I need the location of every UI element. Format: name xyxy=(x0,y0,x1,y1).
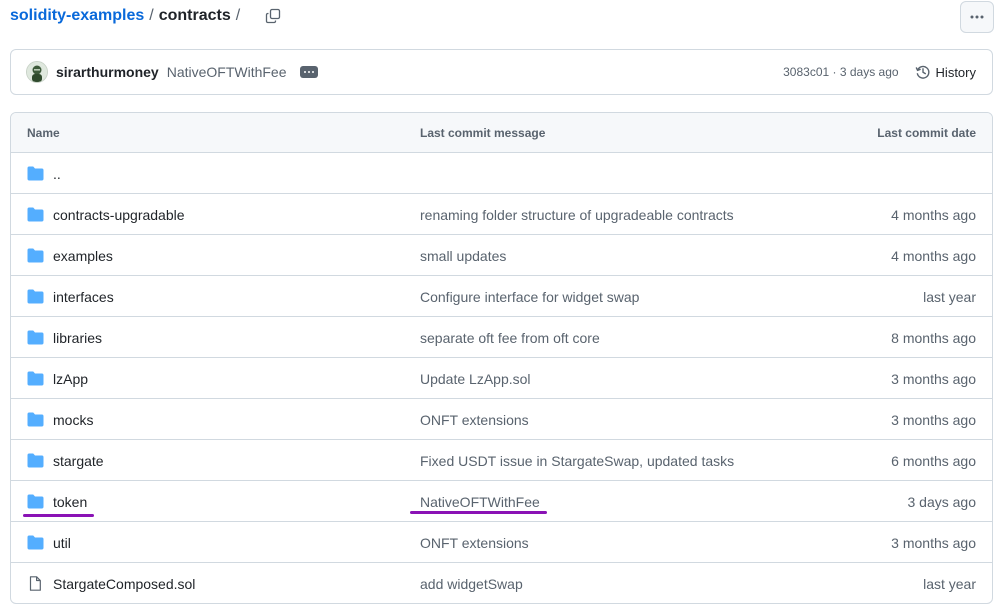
file-table-header: Name Last commit message Last commit dat… xyxy=(11,113,992,153)
breadcrumb: solidity-examples / contracts / xyxy=(10,5,283,27)
row-name-link[interactable]: token xyxy=(53,494,87,510)
latest-commit-bar: sirarthurmoney NativeOFTWithFee 3083c01 … xyxy=(10,49,993,95)
folder-icon xyxy=(27,453,44,468)
row-name-link[interactable]: lzApp xyxy=(53,371,88,387)
row-commit-date: last year xyxy=(923,289,976,305)
commit-sha-and-time[interactable]: 3083c01 · 3 days ago xyxy=(783,65,898,79)
row-name-link[interactable]: contracts-upgradable xyxy=(53,207,185,223)
table-row[interactable]: token NativeOFTWithFee 3 days ago xyxy=(11,481,992,522)
table-row[interactable]: mocks ONFT extensions 3 months ago xyxy=(11,399,992,440)
row-commit-message-link[interactable]: Fixed USDT issue in StargateSwap, update… xyxy=(420,453,734,469)
row-commit-date: 6 months ago xyxy=(891,453,976,469)
folder-icon xyxy=(27,371,44,386)
folder-icon xyxy=(27,412,44,427)
table-row[interactable]: StargateComposed.sol add widgetSwap last y… xyxy=(11,563,992,603)
row-name-link[interactable]: util xyxy=(53,535,71,551)
row-name-link[interactable]: interfaces xyxy=(53,289,114,305)
table-row[interactable]: stargate Fixed USDT issue in StargateSwap… xyxy=(11,440,992,481)
folder-icon xyxy=(27,494,44,509)
table-row[interactable]: lzApp Update LzApp.sol 3 months ago xyxy=(11,358,992,399)
file-table-body: .. contracts-upgradable renaming folder st… xyxy=(11,153,992,603)
table-row[interactable]: .. xyxy=(11,153,992,194)
expand-commit-message-button[interactable] xyxy=(299,66,318,78)
kebab-horizontal-icon xyxy=(970,15,984,19)
row-commit-message-link[interactable]: Update LzApp.sol xyxy=(420,371,531,387)
file-icon xyxy=(27,576,44,591)
row-name-link[interactable]: stargate xyxy=(53,453,104,469)
row-commit-date: last year xyxy=(923,576,976,592)
commit-message[interactable]: NativeOFTWithFee xyxy=(167,64,287,80)
table-row[interactable]: libraries separate oft fee from oft core 8… xyxy=(11,317,992,358)
highlight-underline-commit-message xyxy=(410,511,547,514)
avatar-image xyxy=(27,62,47,82)
header-last-commit-message: Last commit message xyxy=(420,126,546,140)
row-commit-date: 4 months ago xyxy=(891,248,976,264)
row-name-link[interactable]: mocks xyxy=(53,412,93,428)
history-icon xyxy=(915,65,930,79)
row-commit-date: 3 months ago xyxy=(891,371,976,387)
folder-icon xyxy=(27,289,44,304)
folder-icon xyxy=(27,535,44,550)
folder-icon xyxy=(27,166,44,181)
row-name-link[interactable]: libraries xyxy=(53,330,102,346)
folder-icon xyxy=(27,207,44,222)
row-commit-message-link[interactable]: NativeOFTWithFee xyxy=(420,494,540,510)
folder-icon xyxy=(27,330,44,345)
breadcrumb-trailing-separator: / xyxy=(235,7,241,24)
row-commit-date: 3 months ago xyxy=(891,412,976,428)
file-table: Name Last commit message Last commit dat… xyxy=(10,112,993,604)
row-commit-message-link[interactable]: Configure interface for widget swap xyxy=(420,289,639,305)
copy-icon xyxy=(266,8,281,24)
row-commit-date: 8 months ago xyxy=(891,330,976,346)
row-commit-message-link[interactable]: renaming folder structure of upgradeable… xyxy=(420,207,734,223)
header-last-commit-date: Last commit date xyxy=(877,126,976,140)
more-options-button[interactable] xyxy=(960,1,994,33)
header-name: Name xyxy=(27,126,60,140)
table-row[interactable]: interfaces Configure interface for widget… xyxy=(11,276,992,317)
row-name-link[interactable]: .. xyxy=(53,166,61,182)
row-commit-message-link[interactable]: ONFT extensions xyxy=(420,412,529,428)
breadcrumb-repo-link[interactable]: solidity-examples xyxy=(10,7,144,25)
history-label: History xyxy=(935,64,976,80)
table-row[interactable]: util ONFT extensions 3 months ago xyxy=(11,522,992,563)
row-name-link[interactable]: StargateComposed.sol xyxy=(53,576,195,592)
row-commit-message-link[interactable]: add widgetSwap xyxy=(420,576,523,592)
row-commit-message-link[interactable]: small updates xyxy=(420,248,506,264)
copy-path-button[interactable] xyxy=(263,6,283,26)
commit-author[interactable]: sirarthurmoney xyxy=(56,64,159,80)
breadcrumb-current-dir: contracts xyxy=(158,7,231,24)
author-avatar[interactable] xyxy=(26,61,48,83)
row-commit-date: 4 months ago xyxy=(891,207,976,223)
row-name-link[interactable]: examples xyxy=(53,248,113,264)
highlight-underline-token xyxy=(23,514,94,517)
row-commit-message-link[interactable]: ONFT extensions xyxy=(420,535,529,551)
row-commit-date: 3 months ago xyxy=(891,535,976,551)
folder-icon xyxy=(27,248,44,263)
breadcrumb-separator: / xyxy=(149,7,154,24)
row-commit-message-link[interactable]: separate oft fee from oft core xyxy=(420,330,600,346)
table-row[interactable]: contracts-upgradable renaming folder stru… xyxy=(11,194,992,235)
table-row[interactable]: examples small updates 4 months ago xyxy=(11,235,992,276)
row-commit-date: 3 days ago xyxy=(907,494,977,510)
history-button[interactable]: History xyxy=(915,64,976,80)
